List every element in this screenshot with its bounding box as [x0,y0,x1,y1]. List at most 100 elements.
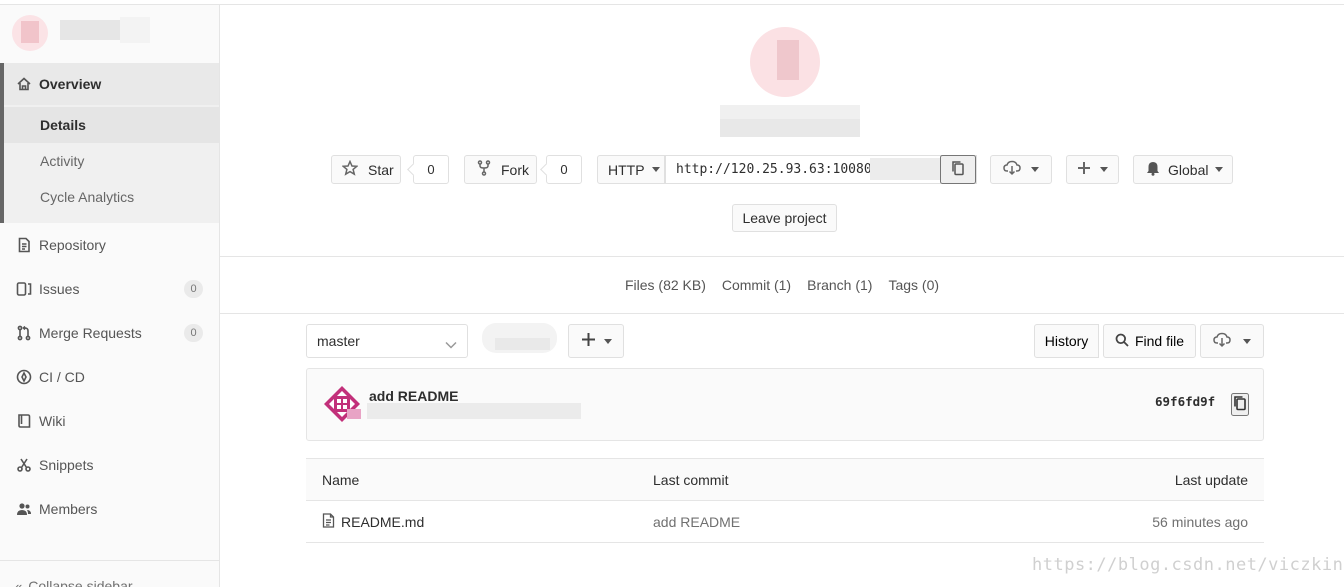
book-icon [15,236,33,254]
stat-tags-link[interactable]: Tags (0) [888,277,939,293]
find-file-label: Find file [1134,333,1185,349]
notification-level-dropdown[interactable]: Global [1133,155,1233,184]
cloud-download-icon [1003,160,1021,179]
stat-commits-link[interactable]: Commit (1) [722,277,791,293]
bell-icon [1146,161,1160,179]
column-header-last-update: Last update [1174,471,1248,488]
star-button[interactable]: Star [331,155,401,184]
sidebar-item-label: Merge Requests [39,325,142,341]
collapse-sidebar-label: Collapse sidebar [28,578,133,587]
copy-sha-button[interactable] [1231,393,1249,416]
sidebar-item-label: Wiki [39,413,66,429]
caret-down-icon [1100,167,1108,172]
fork-label: Fork [501,161,529,178]
sidebar-subitem-label: Details [40,117,86,133]
column-header-name: Name [322,471,360,488]
book-icon [15,412,33,430]
sidebar-item-ci-cd[interactable]: CI / CD [0,359,219,395]
sidebar-item-wiki[interactable]: Wiki [0,403,219,439]
file-last-update: 56 minutes ago [1152,513,1248,530]
users-icon [15,500,33,518]
file-name-link[interactable]: README.md [341,514,424,530]
new-item-dropdown[interactable] [1066,155,1119,184]
column-header-last-commit: Last commit [653,471,729,488]
project-title-blurred [720,105,860,119]
file-tree-table: Name Last commit Last update README.md a… [306,458,1264,543]
path-blurred-2 [495,338,550,350]
clone-protocol-dropdown[interactable]: HTTP [597,155,665,184]
project-stats-bar: Files (82 KB) Commit (1) Branch (1) Tags… [220,256,1344,314]
find-file-button[interactable]: Find file [1103,324,1196,358]
clone-url-blurred [870,158,940,180]
commit-message[interactable]: add README [369,388,458,404]
stat-branches-link[interactable]: Branch (1) [807,277,872,293]
merge-requests-count-badge: 0 [184,324,203,342]
star-count[interactable]: 0 [413,155,449,184]
clone-url-text: http://120.25.93.63:10080 [676,162,872,177]
leave-project-button[interactable]: Leave project [732,204,837,232]
sidebar-subitem-label: Cycle Analytics [40,189,135,205]
commit-sha[interactable]: 69f6fd9f [1155,394,1215,409]
double-chevron-left-icon: « [15,579,23,587]
caret-down-icon [1215,167,1224,172]
sidebar-item-members[interactable]: Members [0,491,219,527]
caret-down-icon [603,338,612,344]
file-last-commit-link[interactable]: add README [653,501,740,542]
sidebar-item-label: Overview [39,76,102,92]
plus-icon [1077,161,1091,178]
last-commit-panel: add README 69f6fd9f [306,368,1264,441]
download-dropdown[interactable] [990,155,1052,184]
project-main: Star 0 Fork 0 HTTP http://120.25.93.63:1… [220,5,1344,587]
sidebar-subitem-label: Activity [40,153,85,169]
table-row[interactable]: README.md add README 56 minutes ago [306,501,1264,543]
issues-icon [15,280,33,298]
fork-icon [477,160,491,179]
project-title-blurred-2 [720,119,860,137]
table-header: Name Last commit Last update [306,458,1264,501]
sidebar-item-snippets[interactable]: Snippets [0,447,219,483]
sidebar-item-issues[interactable]: Issues 0 [0,271,219,307]
chevron-down-icon [445,336,457,352]
sidebar-item-label: Issues [39,281,80,297]
commit-author-blurred-2 [347,409,361,419]
scissors-icon [15,456,33,474]
caret-down-icon [651,167,660,172]
sidebar-item-overview[interactable]: Overview [4,63,219,105]
sidebar-item-repository[interactable]: Repository [0,227,219,263]
sidebar-subitem-details[interactable]: Details [4,107,219,143]
sidebar-item-merge-requests[interactable]: Merge Requests 0 [0,315,219,351]
sidebar-item-label: CI / CD [39,369,85,385]
file-icon [322,512,335,531]
home-icon [15,75,33,93]
add-to-tree-dropdown[interactable] [568,324,624,358]
file-name-cell: README.md [322,501,424,542]
sidebar-item-label: Repository [39,237,106,253]
project-name-blurred [60,20,120,40]
branch-select-dropdown[interactable]: master [306,324,468,358]
fork-button[interactable]: Fork [464,155,537,184]
caret-down-icon [1243,338,1251,344]
sidebar-item-label: Snippets [39,457,94,473]
plus-icon [581,332,596,350]
history-button[interactable]: History [1034,324,1099,358]
protocol-label: HTTP [608,161,645,178]
sidebar-subitem-activity[interactable]: Activity [4,143,219,179]
commit-author-blurred [367,403,581,419]
clipboard-icon [951,160,965,179]
sidebar-subitem-cycle-analytics[interactable]: Cycle Analytics [4,179,219,215]
merge-request-icon [15,324,33,342]
copy-url-button[interactable] [940,155,976,184]
sidebar-item-label: Members [39,501,98,517]
download-source-dropdown[interactable] [1200,324,1264,358]
project-avatar[interactable] [12,15,48,51]
stat-files-link[interactable]: Files (82 KB) [625,277,706,293]
notification-label: Global [1168,161,1209,178]
issues-count-badge: 0 [184,280,203,298]
collapse-sidebar-button[interactable]: « Collapse sidebar [0,560,219,587]
star-label: Star [368,161,394,178]
fork-count[interactable]: 0 [546,155,582,184]
sidebar-project-header[interactable] [0,5,219,63]
sidebar: Overview Details Activity Cycle Analytic… [0,5,220,587]
watermark-text: https://blog.csdn.net/viczking [1032,555,1344,575]
caret-down-icon [1031,167,1039,172]
